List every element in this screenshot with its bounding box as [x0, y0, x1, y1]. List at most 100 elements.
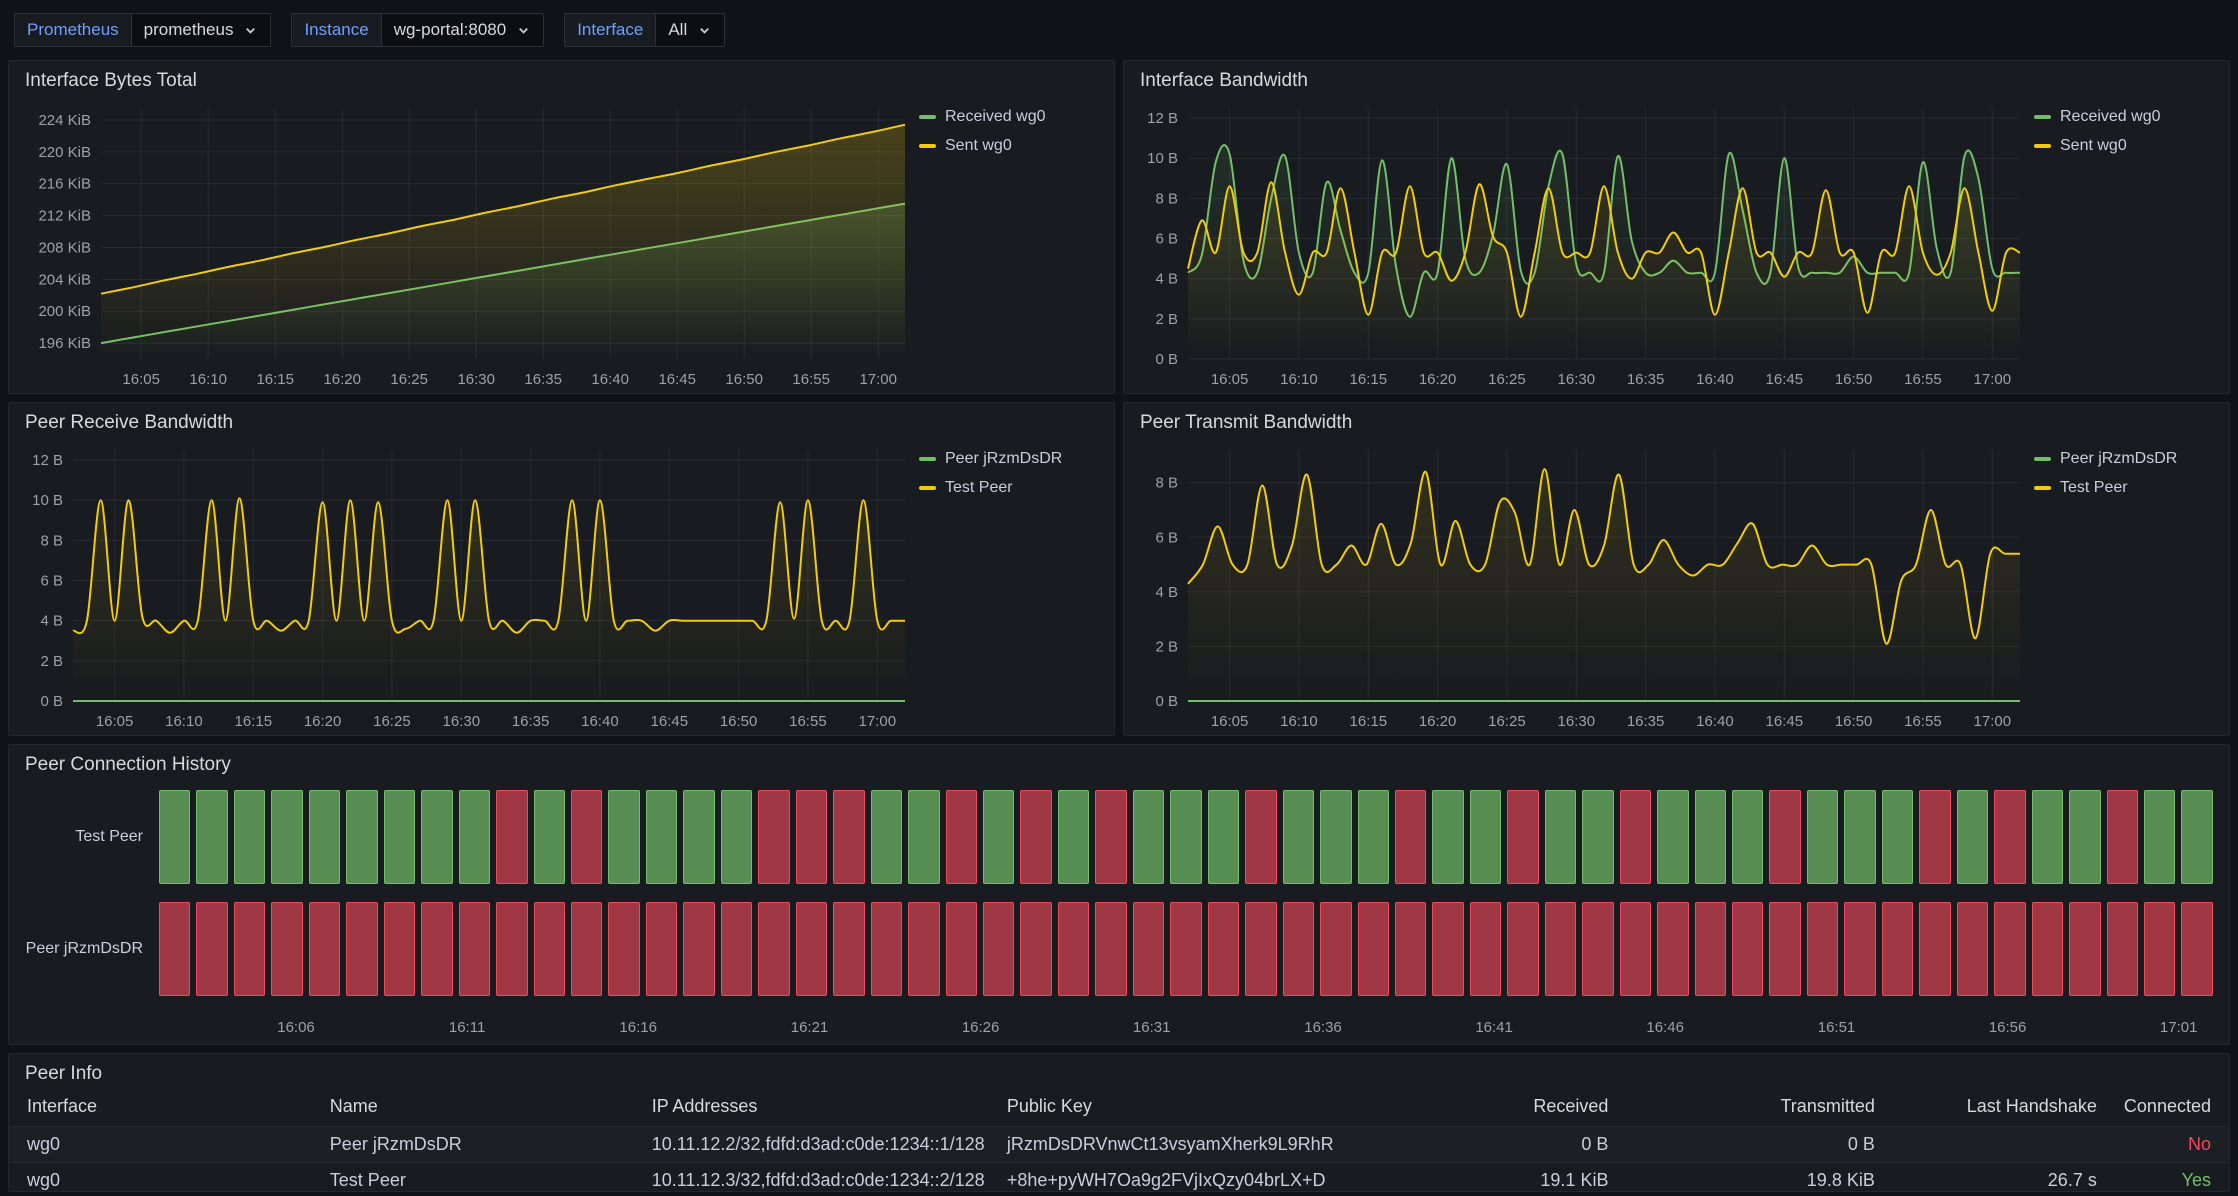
state-bar-disconnected[interactable] [1620, 902, 1651, 996]
state-bar-disconnected[interactable] [1582, 902, 1613, 996]
state-bar-connected[interactable] [234, 790, 265, 884]
state-bar-connected[interactable] [1058, 790, 1089, 884]
state-bar-disconnected[interactable] [646, 902, 677, 996]
state-bar-disconnected[interactable] [758, 790, 789, 884]
panel-title[interactable]: Interface Bandwidth [1124, 61, 2229, 94]
state-bar-disconnected[interactable] [683, 902, 714, 996]
state-bar-connected[interactable] [196, 790, 227, 884]
state-bar-disconnected[interactable] [833, 790, 864, 884]
state-bar-disconnected[interactable] [1245, 902, 1276, 996]
var-interface-label[interactable]: Interface [564, 13, 655, 47]
state-bar-disconnected[interactable] [1320, 902, 1351, 996]
state-bar-disconnected[interactable] [1170, 902, 1201, 996]
table-row[interactable]: wg0Test Peer10.11.12.3/32,fdfd:d3ad:c0de… [9, 1163, 2229, 1193]
state-bar-disconnected[interactable] [1058, 902, 1089, 996]
state-bar-connected[interactable] [871, 790, 902, 884]
legend-item[interactable]: Test Peer [919, 479, 1114, 497]
state-bar-connected[interactable] [1882, 790, 1913, 884]
legend-item[interactable]: Peer jRzmDsDR [919, 450, 1114, 468]
column-header[interactable]: Interface [9, 1087, 320, 1127]
state-bar-connected[interactable] [908, 790, 939, 884]
state-bar-disconnected[interactable] [571, 790, 602, 884]
state-bar-connected[interactable] [1582, 790, 1613, 884]
state-bar-disconnected[interactable] [1245, 790, 1276, 884]
state-bar-disconnected[interactable] [1732, 902, 1763, 996]
state-bar-disconnected[interactable] [271, 902, 302, 996]
state-bar-disconnected[interactable] [1957, 902, 1988, 996]
state-bar-connected[interactable] [1133, 790, 1164, 884]
state-bar-disconnected[interactable] [421, 902, 452, 996]
time-series-chart[interactable]: 0 B2 B4 B6 B8 B10 B12 B16:0516:1016:1516… [9, 436, 919, 735]
state-bar-connected[interactable] [2144, 790, 2175, 884]
state-bar-disconnected[interactable] [2181, 902, 2212, 996]
state-bar-disconnected[interactable] [234, 902, 265, 996]
state-bar-connected[interactable] [346, 790, 377, 884]
chart-canvas[interactable]: 0 B2 B4 B6 B8 B16:0516:1016:1516:2016:25… [1124, 436, 2034, 735]
state-bar-disconnected[interactable] [1133, 902, 1164, 996]
state-bar-disconnected[interactable] [1470, 902, 1501, 996]
state-bar-connected[interactable] [646, 790, 677, 884]
state-bar-connected[interactable] [1470, 790, 1501, 884]
state-bar-disconnected[interactable] [796, 790, 827, 884]
var-instance-label[interactable]: Instance [291, 13, 380, 47]
state-bar-disconnected[interactable] [534, 902, 565, 996]
panel-title[interactable]: Peer Transmit Bandwidth [1124, 403, 2229, 436]
state-bar-disconnected[interactable] [1208, 902, 1239, 996]
state-bar-disconnected[interactable] [2069, 902, 2100, 996]
panel-title[interactable]: Interface Bytes Total [9, 61, 1114, 94]
state-bar-disconnected[interactable] [1545, 902, 1576, 996]
legend-item[interactable]: Peer jRzmDsDR [2034, 450, 2229, 468]
panel-title[interactable]: Peer Connection History [9, 745, 2229, 778]
state-bar-connected[interactable] [983, 790, 1014, 884]
state-bar-disconnected[interactable] [721, 902, 752, 996]
state-bar-connected[interactable] [1358, 790, 1389, 884]
state-bar-connected[interactable] [2181, 790, 2212, 884]
state-bar-connected[interactable] [683, 790, 714, 884]
state-bar-disconnected[interactable] [1882, 902, 1913, 996]
state-bar-disconnected[interactable] [946, 902, 977, 996]
state-bar-disconnected[interactable] [871, 902, 902, 996]
state-bar-connected[interactable] [2069, 790, 2100, 884]
state-bar-disconnected[interactable] [571, 902, 602, 996]
state-bar-disconnected[interactable] [946, 790, 977, 884]
state-bar-connected[interactable] [1283, 790, 1314, 884]
state-bar-disconnected[interactable] [459, 902, 490, 996]
column-header[interactable]: Received [1352, 1087, 1618, 1127]
state-bar-disconnected[interactable] [1844, 902, 1875, 996]
state-bar-connected[interactable] [608, 790, 639, 884]
chart-canvas[interactable]: 0 B2 B4 B6 B8 B10 B12 B16:0516:1016:1516… [9, 436, 919, 735]
state-bar-disconnected[interactable] [1095, 902, 1126, 996]
state-bar-disconnected[interactable] [2144, 902, 2175, 996]
state-bar-connected[interactable] [309, 790, 340, 884]
time-series-chart[interactable]: 0 B2 B4 B6 B8 B10 B12 B16:0516:1016:1516… [1124, 94, 2034, 393]
state-bar-disconnected[interactable] [1020, 902, 1051, 996]
legend-item[interactable]: Received wg0 [2034, 108, 2229, 126]
column-header[interactable]: Connected [2107, 1087, 2229, 1127]
state-bar-disconnected[interactable] [983, 902, 1014, 996]
state-bar-disconnected[interactable] [1358, 902, 1389, 996]
state-bar-connected[interactable] [1432, 790, 1463, 884]
state-bar-connected[interactable] [421, 790, 452, 884]
state-bar-disconnected[interactable] [1807, 902, 1838, 996]
state-bar-connected[interactable] [1657, 790, 1688, 884]
state-bar-connected[interactable] [1320, 790, 1351, 884]
state-bar-disconnected[interactable] [758, 902, 789, 996]
state-bar-disconnected[interactable] [496, 790, 527, 884]
state-bar-disconnected[interactable] [608, 902, 639, 996]
legend-item[interactable]: Sent wg0 [2034, 137, 2229, 155]
state-bar-disconnected[interactable] [1507, 790, 1538, 884]
legend-item[interactable]: Sent wg0 [919, 137, 1114, 155]
chart-canvas[interactable]: 196 KiB200 KiB204 KiB208 KiB212 KiB216 K… [9, 94, 919, 393]
var-datasource-select[interactable]: prometheus [131, 13, 272, 47]
state-bar-disconnected[interactable] [2107, 902, 2138, 996]
column-header[interactable]: Public Key [997, 1087, 1352, 1127]
column-header[interactable]: Transmitted [1618, 1087, 1884, 1127]
column-header[interactable]: Last Handshake [1885, 1087, 2107, 1127]
chart-canvas[interactable]: 0 B2 B4 B6 B8 B10 B12 B16:0516:1016:1516… [1124, 94, 2034, 393]
table-row[interactable]: wg0Peer jRzmDsDR10.11.12.2/32,fdfd:d3ad:… [9, 1127, 2229, 1163]
state-bar-connected[interactable] [271, 790, 302, 884]
state-bar-connected[interactable] [721, 790, 752, 884]
panel-title[interactable]: Peer Receive Bandwidth [9, 403, 1114, 436]
state-bar-disconnected[interactable] [309, 902, 340, 996]
state-bar-connected[interactable] [1807, 790, 1838, 884]
